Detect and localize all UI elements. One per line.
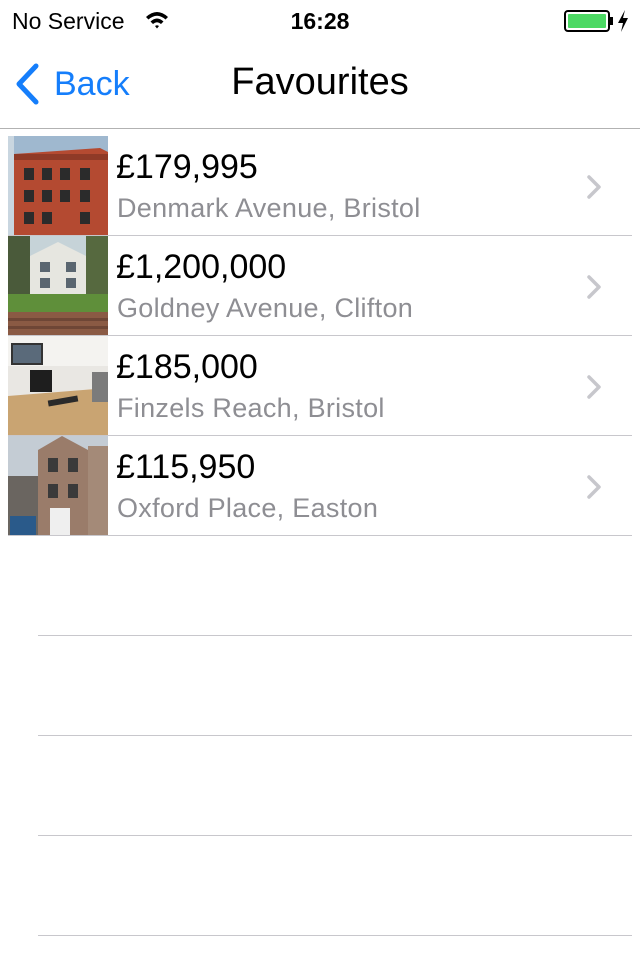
favourites-list: £179,995 Denmark Avenue, Bristol £1,200,… [0,136,640,536]
list-item[interactable]: £115,950 Oxford Place, Easton [8,436,632,536]
page-title: Favourites [231,61,409,103]
property-thumbnail [8,136,108,235]
empty-row-separator [38,835,632,836]
chevron-right-icon [586,174,602,200]
navigation-bar: Back Favourites [0,40,640,129]
chevron-right-icon [586,474,602,500]
property-price: £1,200,000 [116,248,287,286]
list-item[interactable]: £185,000 Finzels Reach, Bristol [8,336,632,436]
empty-row-separator [38,935,632,936]
status-bar: No Service 16:28 [0,0,640,40]
property-thumbnail [8,336,108,435]
property-price: £179,995 [116,148,258,186]
property-address: Goldney Avenue, Clifton [117,293,414,323]
property-address: Oxford Place, Easton [117,493,379,523]
empty-row-separator [38,735,632,736]
property-thumbnail [8,436,108,535]
battery-icon [564,10,614,32]
property-thumbnail [8,236,108,335]
charging-bolt-icon [616,9,630,33]
chevron-right-icon [586,274,602,300]
list-item[interactable]: £179,995 Denmark Avenue, Bristol [8,136,632,236]
chevron-right-icon [586,374,602,400]
list-item[interactable]: £1,200,000 Goldney Avenue, Clifton [8,236,632,336]
property-address: Finzels Reach, Bristol [117,393,385,423]
property-price: £185,000 [116,348,258,386]
property-price: £115,950 [116,448,256,486]
property-address: Denmark Avenue, Bristol [117,193,421,223]
clock: 16:28 [290,8,350,34]
empty-row-separator [38,635,632,636]
